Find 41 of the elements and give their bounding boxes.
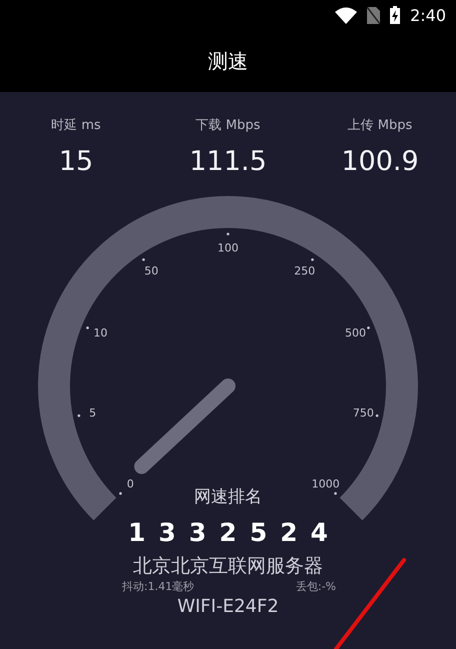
metric-label: 上传 Mbps bbox=[348, 117, 412, 134]
tick-label: 500 bbox=[344, 326, 366, 340]
tick-dot bbox=[376, 414, 378, 417]
metric-value: 100.9 bbox=[341, 146, 419, 177]
metric-value: 15 bbox=[58, 146, 94, 177]
tick-dot bbox=[78, 414, 80, 417]
page-title: 测速 bbox=[208, 48, 248, 74]
ranking-digit: 1 bbox=[128, 518, 146, 547]
tick-label: 10 bbox=[94, 326, 108, 340]
metric-label: 下载 Mbps bbox=[196, 117, 260, 134]
tick-dot bbox=[142, 258, 145, 261]
ranking-digit: 3 bbox=[158, 518, 176, 547]
ranking-digit: 2 bbox=[280, 518, 298, 547]
ranking-digit: 3 bbox=[188, 518, 206, 547]
metric-value: 111.5 bbox=[189, 146, 267, 177]
ranking-digit: 4 bbox=[310, 518, 328, 547]
clock-time: 2:40 bbox=[410, 6, 446, 24]
jitter-text: 抖动:1.41毫秒 bbox=[122, 579, 194, 594]
tick-label: 5 bbox=[89, 406, 96, 420]
ranking-digit: 5 bbox=[250, 518, 268, 547]
tick-dot bbox=[367, 326, 370, 330]
tick-label: 250 bbox=[294, 264, 316, 278]
tick-label: 100 bbox=[218, 242, 238, 254]
battery-charging-icon bbox=[390, 6, 400, 24]
tick-label: 50 bbox=[144, 264, 158, 278]
server-name: 北京北京互联网服务器 bbox=[133, 554, 323, 579]
metric-label: 时延 ms bbox=[51, 117, 101, 134]
ranking-digit: 2 bbox=[219, 518, 237, 547]
no-sim-icon bbox=[367, 6, 380, 24]
ranking-title: 网速排名 bbox=[194, 486, 262, 508]
tick-dot bbox=[86, 326, 89, 330]
tick-dot bbox=[226, 232, 230, 236]
wifi-icon bbox=[335, 6, 358, 24]
packet-loss-text: 丢包:-% bbox=[296, 579, 336, 594]
tick-label: 750 bbox=[352, 406, 374, 420]
tick-label: 0 bbox=[126, 477, 134, 490]
tick-dot bbox=[334, 492, 337, 495]
tick-dot bbox=[119, 492, 122, 495]
tick-label: 1000 bbox=[312, 477, 340, 490]
network-name: WIFI-E24F2 bbox=[177, 596, 279, 617]
tick-dot bbox=[311, 258, 314, 261]
